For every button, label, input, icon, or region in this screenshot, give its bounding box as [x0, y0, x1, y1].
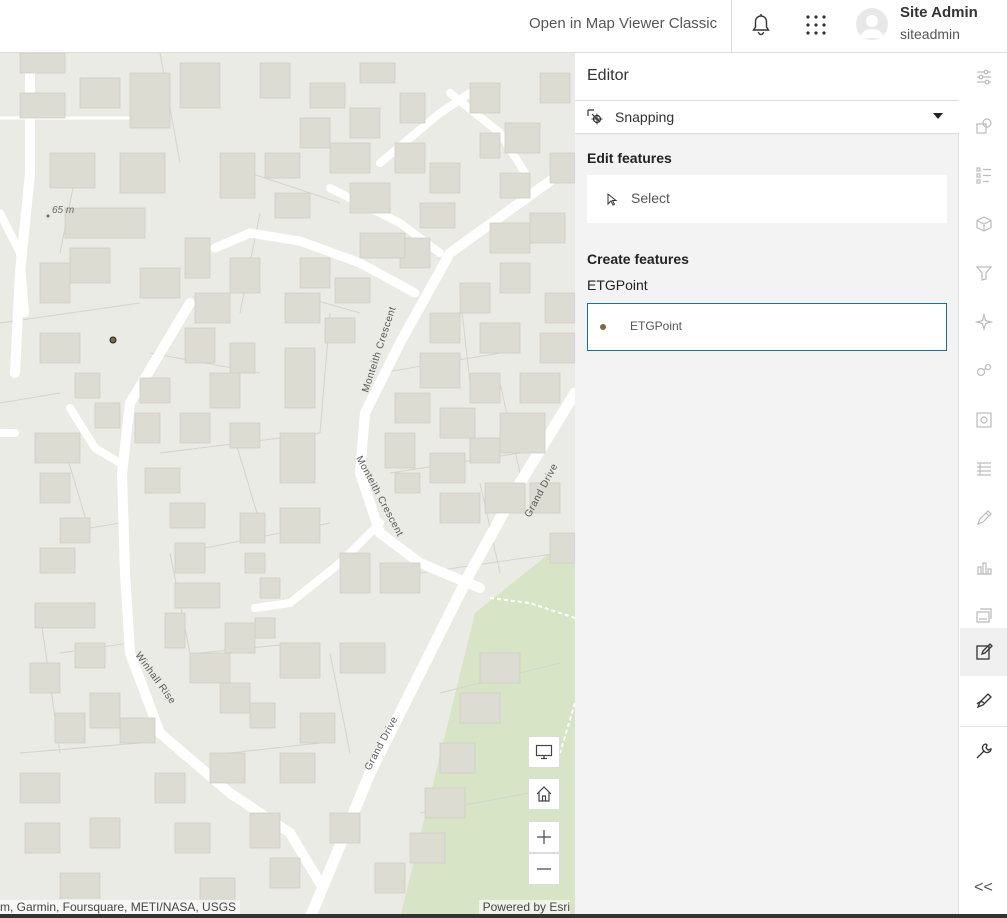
template-label: ETGPoint [630, 319, 683, 333]
zoom-out-icon[interactable] [528, 853, 560, 885]
create-features-heading: Create features [587, 251, 689, 267]
window-bottom-edge [0, 914, 1007, 918]
open-in-classic-link[interactable]: Open in Map Viewer Classic [529, 15, 717, 32]
cursor-icon [605, 192, 619, 206]
map-attribution[interactable]: m, Garmin, Foursquare, METI/NASA, USGS [0, 900, 241, 914]
street-label: Grand Drive [363, 715, 401, 773]
editor-title: Editor [587, 67, 629, 84]
draw-icon[interactable] [960, 677, 1007, 725]
effects-icon[interactable] [960, 298, 1007, 346]
bell-icon[interactable] [748, 12, 774, 38]
select-feature-button[interactable]: Select [587, 175, 947, 223]
charts-icon[interactable] [960, 543, 1007, 591]
header-divider [731, 0, 732, 53]
zoom-in-icon[interactable] [528, 821, 560, 853]
basemap-icon[interactable] [960, 102, 1007, 150]
settings-gear-icon[interactable] [960, 396, 1007, 444]
basemap: Monteith Crescent Monteith Crescent Gran… [0, 53, 575, 918]
editor-header: Editor [575, 53, 959, 101]
user-name[interactable]: Site Admin [900, 4, 978, 21]
sketch-icon[interactable] [960, 494, 1007, 542]
snapping-label: Snapping [615, 109, 675, 125]
elevation-label: 65 m [52, 205, 75, 216]
edit-icon[interactable] [960, 628, 1007, 676]
editor-panel: Editor Snapping Edit features Select Cre… [575, 53, 959, 918]
action-bar: << [960, 53, 1007, 918]
edit-features-heading: Edit features [587, 150, 672, 166]
analysis-icon[interactable] [960, 347, 1007, 395]
snapping-icon [586, 108, 604, 126]
snapping-dropdown[interactable]: Snapping [575, 101, 959, 134]
home-icon[interactable] [528, 778, 560, 810]
point-symbol-icon [600, 324, 606, 330]
filter-icon[interactable] [960, 249, 1007, 297]
user-id: siteadmin [900, 26, 960, 42]
legend-icon[interactable] [960, 151, 1007, 199]
tools-icon[interactable] [960, 727, 1007, 775]
tables-icon[interactable] [960, 445, 1007, 493]
top-header: Open in Map Viewer Classic Site Admin si… [0, 0, 1007, 53]
avatar-icon[interactable] [856, 8, 888, 40]
monitor-icon[interactable] [528, 736, 560, 768]
app-launcher-icon[interactable] [803, 12, 829, 38]
map-view[interactable]: Monteith Crescent Monteith Crescent Gran… [0, 53, 575, 918]
layers-3d-icon[interactable] [960, 200, 1007, 248]
feature-template-etgpoint[interactable]: ETGPoint [587, 303, 947, 351]
powered-by-esri-link[interactable]: Powered by Esri [478, 900, 570, 914]
chevron-down-icon [933, 113, 943, 119]
collapse-actionbar-button[interactable]: << [960, 866, 1007, 910]
layer-name: ETGPoint [587, 277, 648, 293]
properties-icon[interactable] [960, 53, 1007, 101]
select-label: Select [631, 190, 670, 206]
